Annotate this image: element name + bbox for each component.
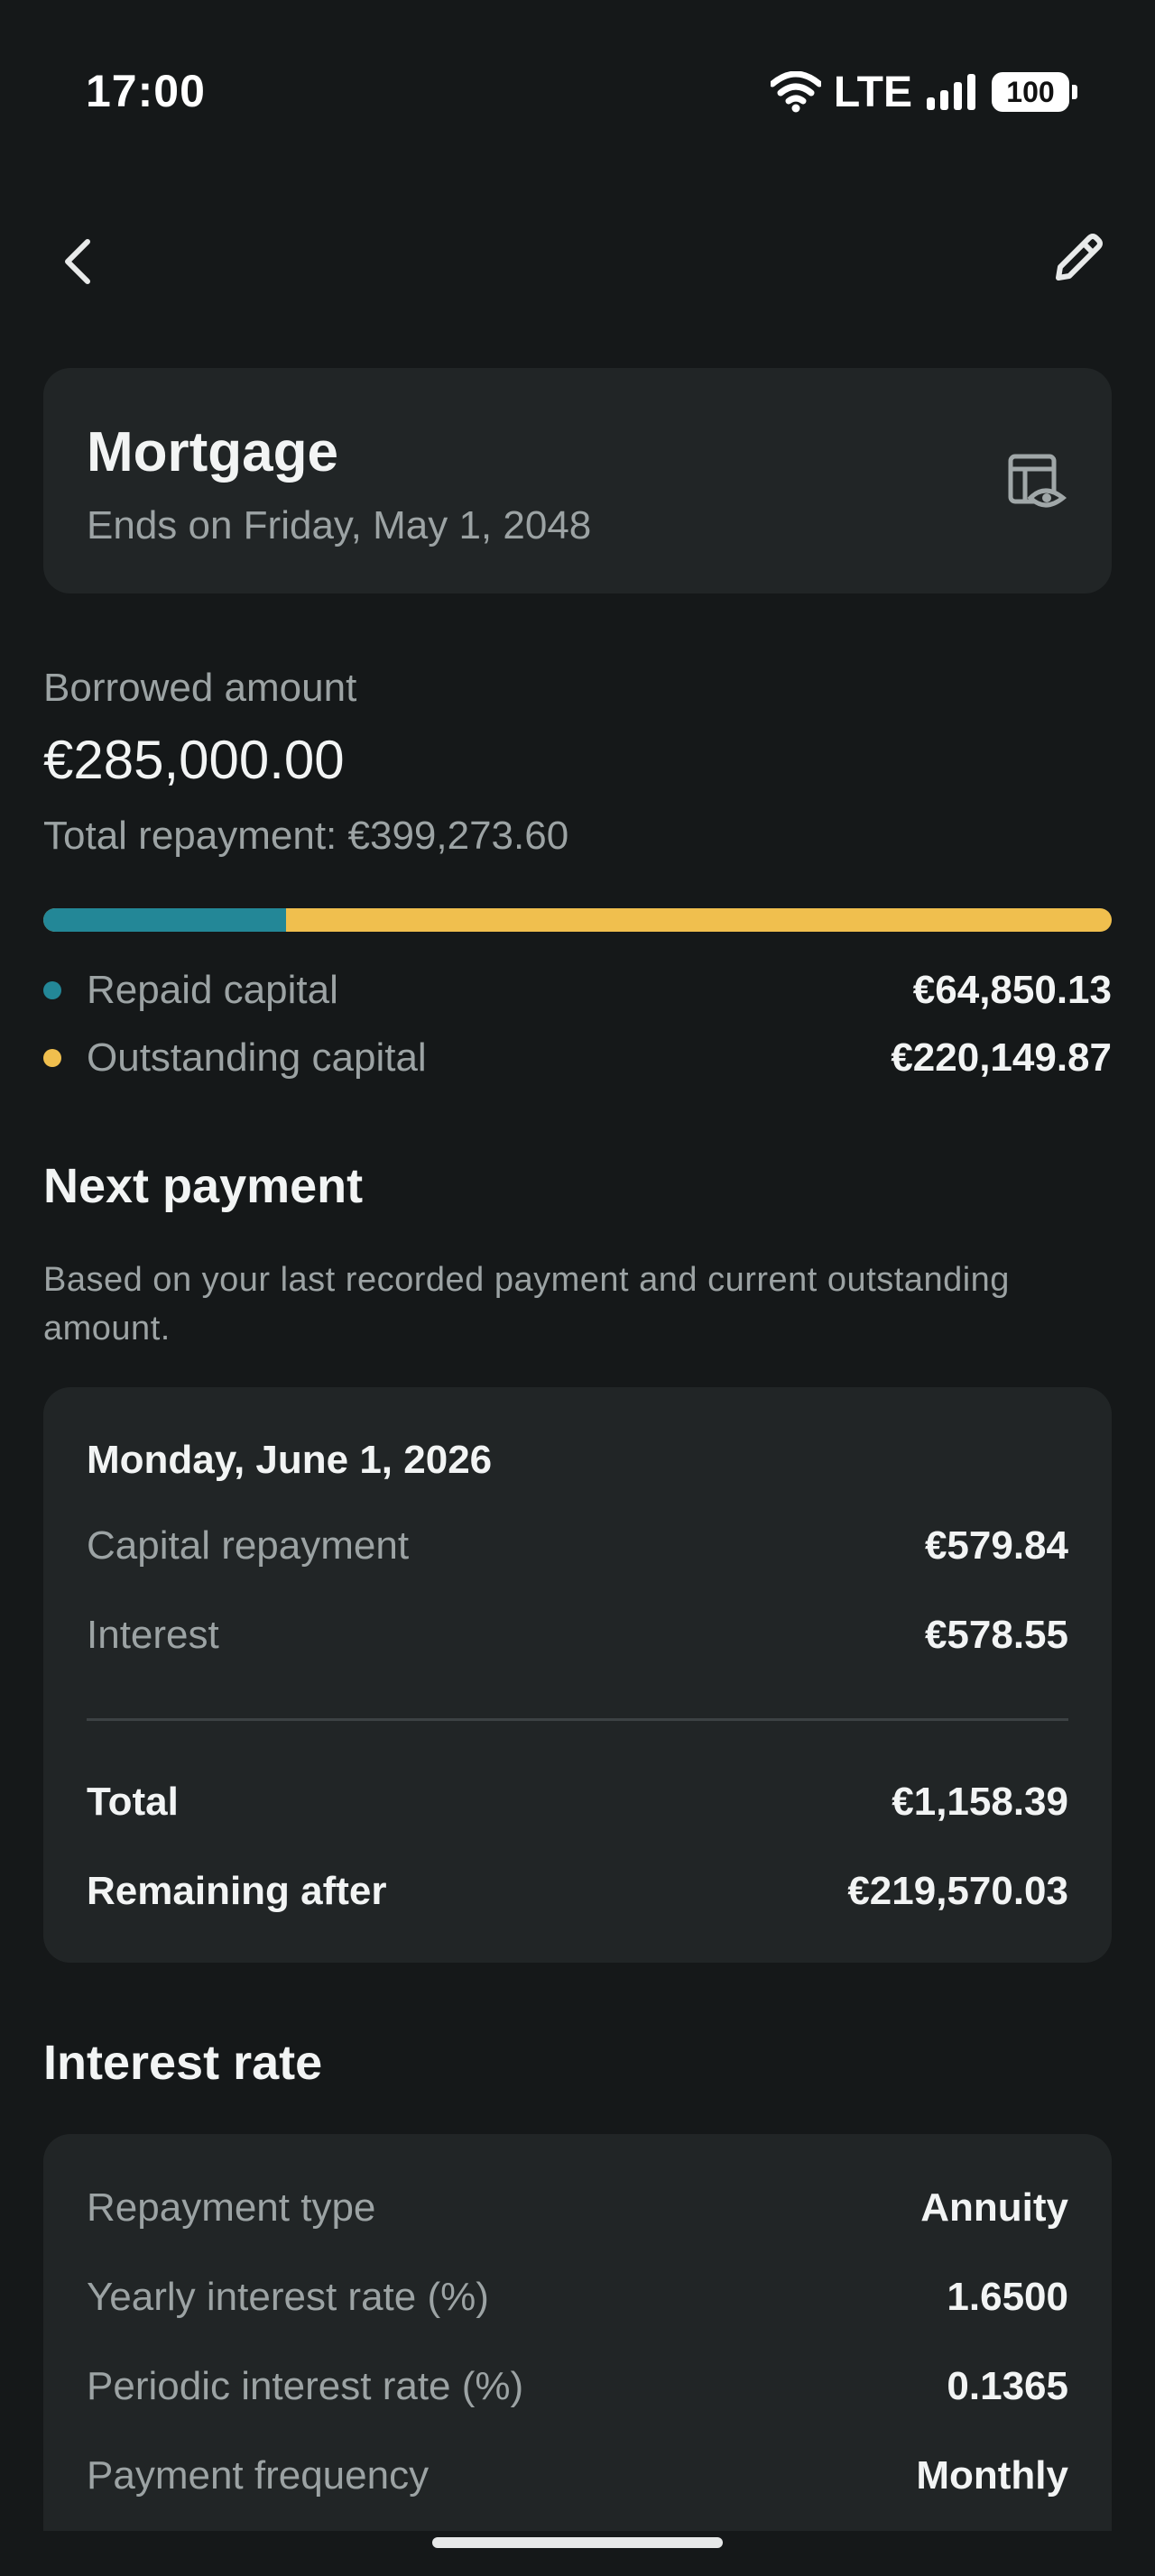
loan-end-date: Ends on Friday, May 1, 2048 (87, 503, 592, 547)
total-value: €1,158.39 (892, 1780, 1068, 1824)
total-label: Total (87, 1780, 179, 1824)
repayment-progress-bar (43, 908, 1112, 932)
loan-detail-screen: 17:00 LTE 100 Mortgage Ends on Friday, M… (0, 0, 1155, 2576)
status-bar: 17:00 LTE 100 (0, 0, 1155, 185)
next-payment-date: Monday, June 1, 2026 (87, 1438, 493, 1482)
interest-label: Interest (87, 1613, 219, 1657)
repaid-value: €64,850.13 (912, 968, 1112, 1012)
back-button[interactable] (50, 225, 104, 298)
legend-outstanding: Outstanding capital €220,149.87 (43, 1031, 1112, 1085)
network-type: LTE (833, 68, 912, 116)
repaid-label: Repaid capital (87, 968, 338, 1012)
repayment-type-row: Repayment type Annuity (87, 2181, 1068, 2235)
signal-icon (927, 74, 975, 110)
loan-title: Mortgage (87, 421, 338, 483)
yearly-rate-label: Yearly interest rate (%) (87, 2275, 489, 2319)
edit-button[interactable] (1042, 222, 1114, 294)
outstanding-label: Outstanding capital (87, 1035, 427, 1080)
remaining-after-value: €219,570.03 (847, 1869, 1068, 1913)
next-payment-title: Next payment (43, 1159, 364, 1213)
status-icons: LTE 100 (770, 65, 1077, 119)
remaining-after-label: Remaining after (87, 1869, 387, 1913)
payment-divider (87, 1718, 1068, 1721)
table-eye-icon (1008, 454, 1067, 508)
pencil-icon (1056, 234, 1103, 281)
interest-rate-card: Repayment type Annuity Yearly interest r… (43, 2134, 1112, 2531)
capital-repayment-row: Capital repayment €579.84 (87, 1519, 1068, 1573)
home-indicator[interactable] (432, 2537, 723, 2548)
interest-row: Interest €578.55 (87, 1608, 1068, 1662)
interest-rate-title: Interest rate (43, 2036, 323, 2090)
capital-repayment-value: €579.84 (924, 1523, 1068, 1568)
payment-frequency-row: Payment frequency Monthly (87, 2449, 1068, 2503)
battery-icon: 100 (992, 72, 1077, 112)
remaining-after-row: Remaining after €219,570.03 (87, 1864, 1068, 1918)
periodic-rate-value: 0.1365 (947, 2364, 1068, 2408)
borrowed-amount-label: Borrowed amount (43, 666, 357, 710)
repayment-type-label: Repayment type (87, 2185, 376, 2230)
periodic-rate-row: Periodic interest rate (%) 0.1365 (87, 2360, 1068, 2414)
repaid-dot-icon (43, 981, 61, 999)
loan-header-card: Mortgage Ends on Friday, May 1, 2048 (43, 368, 1112, 593)
battery-level: 100 (1006, 75, 1055, 108)
outstanding-dot-icon (43, 1049, 61, 1067)
capital-repayment-label: Capital repayment (87, 1523, 410, 1568)
next-payment-card: Monday, June 1, 2026 Capital repayment €… (43, 1387, 1112, 1963)
chevron-left-icon (65, 239, 90, 284)
payment-frequency-label: Payment frequency (87, 2453, 430, 2498)
payment-frequency-value: Monthly (916, 2453, 1068, 2498)
interest-value: €578.55 (924, 1613, 1068, 1657)
legend-repaid: Repaid capital €64,850.13 (43, 963, 1112, 1017)
repayment-type-value: Annuity (920, 2185, 1068, 2230)
status-time: 17:00 (86, 66, 206, 116)
next-payment-description: Based on your last recorded payment and … (43, 1261, 1010, 1348)
total-row: Total €1,158.39 (87, 1775, 1068, 1829)
periodic-rate-label: Periodic interest rate (%) (87, 2364, 524, 2408)
borrowed-amount-value: €285,000.00 (43, 730, 345, 790)
yearly-rate-value: 1.6500 (947, 2275, 1068, 2319)
yearly-rate-row: Yearly interest rate (%) 1.6500 (87, 2270, 1068, 2324)
outstanding-value: €220,149.87 (891, 1035, 1112, 1080)
wifi-icon (770, 71, 821, 113)
total-repayment: Total repayment: €399,273.60 (43, 814, 569, 858)
view-schedule-button[interactable] (1005, 451, 1068, 514)
repaid-progress-fill (43, 908, 287, 932)
